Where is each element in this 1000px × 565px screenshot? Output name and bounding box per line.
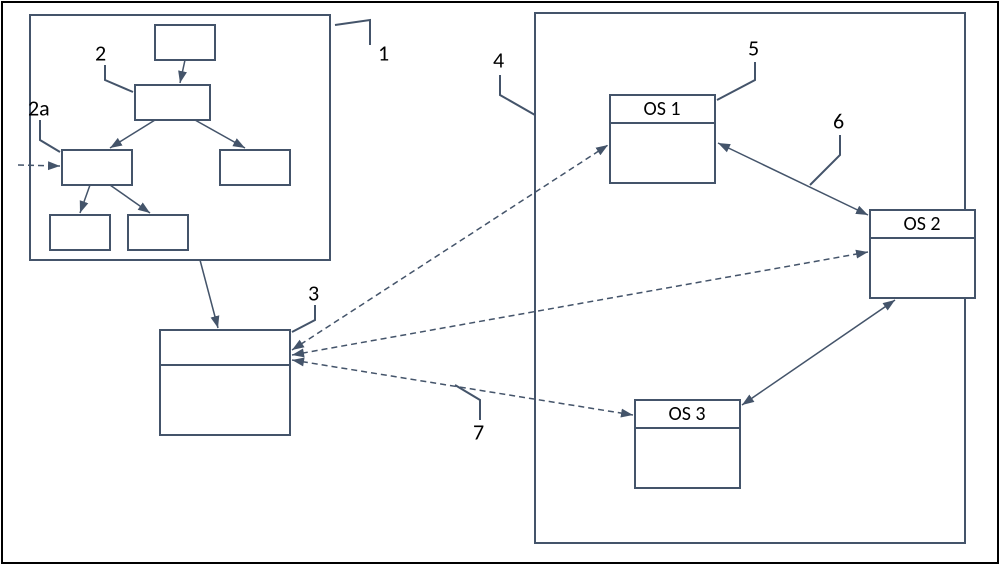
os1-label: OS 1 <box>643 97 680 121</box>
edge-2a-to-leaf2 <box>110 185 150 213</box>
edge-3-os2 <box>292 252 868 355</box>
label-2: 2 <box>95 39 106 66</box>
label-5: 5 <box>748 34 759 61</box>
label-1: 1 <box>378 39 389 66</box>
edge-2-to-right <box>195 120 245 148</box>
leader-4 <box>500 75 535 115</box>
tree-node-root <box>155 25 215 60</box>
leader-2a <box>40 120 60 152</box>
tree-leaf-2 <box>128 215 188 250</box>
edge-3-os1 <box>292 145 608 350</box>
tree-node-2 <box>135 85 210 120</box>
label-6: 6 <box>833 107 844 134</box>
edge-2-to-2a <box>110 120 155 148</box>
leader-6 <box>810 135 840 185</box>
leader-2 <box>105 65 133 92</box>
leader-7 <box>455 385 480 420</box>
os3-label: OS 3 <box>668 402 705 426</box>
edge-external-into-2a <box>18 165 60 166</box>
tree-node-right <box>220 150 290 185</box>
edge-3-os3 <box>292 360 633 415</box>
label-7: 7 <box>473 418 484 445</box>
edge-os1-os2 <box>718 143 868 215</box>
edge-root-to-2 <box>180 60 185 83</box>
diagram-canvas: OS 1 OS 2 OS 3 1 2 2a 3 4 5 6 7 <box>0 0 1000 565</box>
node-3 <box>160 330 290 435</box>
label-3: 3 <box>308 279 319 306</box>
edge-os2-os3 <box>742 300 895 405</box>
label-2a: 2a <box>28 94 50 121</box>
edge-2a-to-leaf1 <box>80 185 90 213</box>
leader-1 <box>335 20 370 45</box>
tree-node-2a <box>62 150 132 185</box>
label-4: 4 <box>493 46 504 73</box>
leader-5 <box>717 62 755 100</box>
edge-container1-to-3 <box>200 260 218 328</box>
tree-leaf-1 <box>50 215 110 250</box>
os2-label: OS 2 <box>903 212 940 236</box>
leader-3 <box>292 305 315 332</box>
